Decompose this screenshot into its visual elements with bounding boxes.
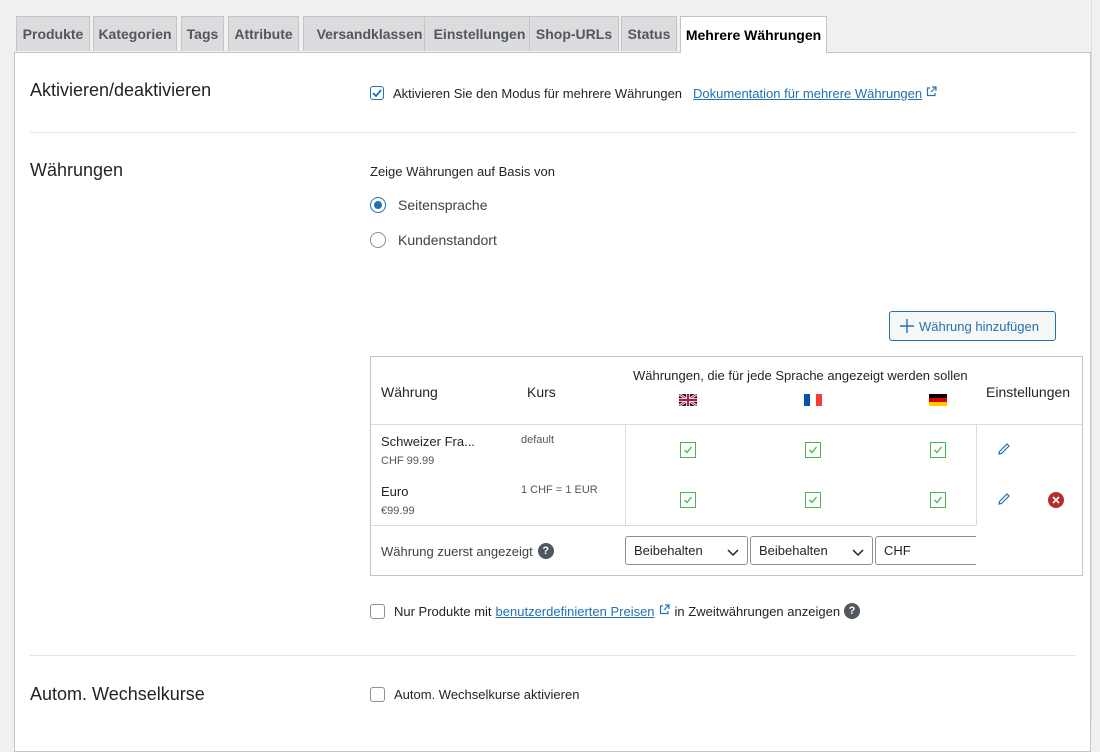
currency-rate: 1 CHF = 1 EUR <box>521 484 598 496</box>
currency-price: €99.99 <box>381 505 415 517</box>
help-icon[interactable]: ? <box>537 543 554 559</box>
basis-label: Zeige Währungen auf Basis von <box>370 164 555 179</box>
first-shown-select-fr[interactable]: Beibehalten <box>750 536 873 565</box>
col-header-currency: Währung <box>381 384 438 400</box>
radio-label: Seitensprache <box>398 197 488 213</box>
custom-prices-checkbox[interactable] <box>370 603 385 619</box>
currency-name: Schweizer Fra... <box>381 434 475 449</box>
tab-produkte[interactable]: Produkte <box>16 16 90 51</box>
tab-versandklassen[interactable]: Versandklassen <box>303 16 436 51</box>
french-flag-icon <box>804 393 822 406</box>
enable-row: Aktivieren Sie den Modus für mehrere Wäh… <box>370 84 937 102</box>
edit-pencil-icon[interactable] <box>997 442 1011 461</box>
radio-row-language[interactable]: Seitensprache <box>370 197 488 213</box>
select-value: Beibehalten <box>759 543 828 558</box>
divider <box>30 655 1076 656</box>
radio-customer-location[interactable] <box>370 232 386 248</box>
edit-pencil-icon[interactable] <box>997 492 1011 511</box>
section-title-rates: Autom. Wechselkurse <box>30 684 205 704</box>
check-icon[interactable] <box>930 492 946 508</box>
external-link-icon <box>926 84 937 102</box>
custom-prices-row: Nur Produkte mit benutzerdefinierten Pre… <box>370 602 861 620</box>
auto-rates-row: Autom. Wechselkurse aktivieren <box>370 687 579 702</box>
tab-attribute[interactable]: Attribute <box>228 16 299 51</box>
check-icon[interactable] <box>930 442 946 458</box>
tab-einstellungen[interactable]: Einstellungen <box>424 16 535 51</box>
custom-prices-suffix: in Zweitwährungen anzeigen <box>674 603 841 619</box>
english-flag-icon <box>678 393 698 407</box>
custom-prices-link[interactable]: benutzerdefinierten Preisen <box>496 604 655 619</box>
tab-shop-urls[interactable]: Shop-URLs <box>529 16 619 51</box>
chevron-down-icon <box>852 545 864 560</box>
radio-label: Kundenstandort <box>398 232 497 248</box>
tab-mehrere-waehrungen[interactable]: Mehrere Währungen <box>680 16 827 53</box>
scrollbar[interactable] <box>1091 0 1100 721</box>
currency-name: Euro <box>381 484 409 499</box>
col-header-languages: Währungen, die für jede Sprache angezeig… <box>633 368 968 383</box>
divider <box>30 132 1076 133</box>
doc-link[interactable]: Dokumentation für mehrere Währungen <box>693 86 922 101</box>
add-currency-button[interactable]: Währung hinzufügen <box>889 311 1056 341</box>
section-title-currencies: Währungen <box>30 160 124 180</box>
check-icon[interactable] <box>680 492 696 508</box>
radio-row-location[interactable]: Kundenstandort <box>370 232 497 248</box>
custom-prices-prefix: Nur Produkte mit <box>394 603 492 619</box>
table-divider <box>976 424 977 525</box>
tab-tags[interactable]: Tags <box>181 16 224 51</box>
first-shown-select-en[interactable]: Beibehalten <box>625 536 748 565</box>
currency-rate: default <box>521 434 555 446</box>
tab-status[interactable]: Status <box>621 16 677 51</box>
check-icon[interactable] <box>805 442 821 458</box>
section-title-enable: Aktivieren/deaktivieren <box>30 80 212 100</box>
currency-price: CHF 99.99 <box>381 455 435 467</box>
first-shown-label-row: Währung zuerst angezeigt ? <box>381 543 554 559</box>
col-header-rate: Kurs <box>527 384 556 400</box>
auto-rates-checkbox[interactable] <box>370 687 385 702</box>
add-currency-label: Währung hinzufügen <box>919 318 1039 334</box>
external-link-icon <box>659 602 670 620</box>
currency-table: Währung Kurs Währungen, die für jede Spr… <box>370 356 1083 576</box>
col-header-settings: Einstellungen <box>986 384 1071 400</box>
table-divider <box>625 424 626 525</box>
enable-multicurrency-checkbox[interactable] <box>370 86 384 100</box>
tab-kategorien[interactable]: Kategorien <box>93 16 177 51</box>
delete-icon[interactable] <box>1048 492 1064 508</box>
table-cell <box>976 525 1082 575</box>
radio-site-language[interactable] <box>370 197 386 213</box>
chevron-down-icon <box>727 545 739 560</box>
select-value: CHF <box>884 543 911 558</box>
german-flag-icon <box>929 393 947 406</box>
select-value: Beibehalten <box>634 543 703 558</box>
first-shown-label: Währung zuerst angezeigt <box>381 543 533 559</box>
auto-rates-label: Autom. Wechselkurse aktivieren <box>394 687 580 702</box>
check-icon[interactable] <box>805 492 821 508</box>
check-icon[interactable] <box>680 442 696 458</box>
help-icon[interactable]: ? <box>844 603 861 619</box>
plus-icon <box>900 319 914 333</box>
enable-multicurrency-label: Aktivieren Sie den Modus für mehrere Wäh… <box>393 85 683 101</box>
